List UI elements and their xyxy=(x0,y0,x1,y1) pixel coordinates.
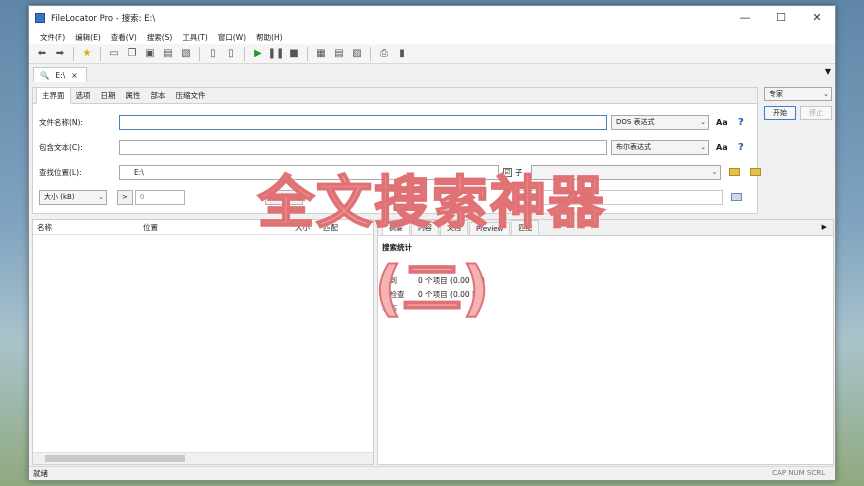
action-buttons: 开始 停止 xyxy=(764,106,834,120)
tab-list-dropdown-icon[interactable]: ▼ xyxy=(825,67,831,76)
window-controls: — ☐ ✕ xyxy=(727,6,835,30)
chevron-down-icon: ⌄ xyxy=(823,90,829,98)
help-icon[interactable]: ? xyxy=(738,117,744,128)
start-button[interactable]: 开始 xyxy=(764,106,796,120)
overlay-subtitle: (二) xyxy=(374,253,491,325)
keyboard-indicators: CAP NUM SCRL xyxy=(772,469,825,477)
menu-view[interactable]: 查看(V) xyxy=(106,32,142,43)
tab-attributes[interactable]: 属性 xyxy=(121,88,146,103)
tab-close-icon[interactable]: × xyxy=(71,71,78,80)
stop-icon[interactable]: ■ xyxy=(286,46,302,62)
save-icon[interactable]: ▤ xyxy=(160,46,176,62)
contains-text-input[interactable] xyxy=(119,139,607,155)
contains-text-label: 包含文本(C): xyxy=(39,142,83,152)
pause-icon[interactable]: ❚❚ xyxy=(268,46,285,62)
chevron-down-icon: ⌄ xyxy=(700,117,706,126)
mode-value: 专家 xyxy=(769,90,783,98)
file-name-mode-select[interactable]: DOS 表达式 ⌄ xyxy=(611,114,709,130)
size-operator-button[interactable]: > xyxy=(117,189,133,205)
toolbar-separator xyxy=(73,46,74,61)
print-icon[interactable]: ⎙ xyxy=(376,46,392,62)
contains-text-row: 包含文本(C): 布尔表达式 ⌄ Aa ? xyxy=(39,139,744,155)
export-icon[interactable]: ▧ xyxy=(178,46,194,62)
menu-help[interactable]: 帮助(H) xyxy=(251,32,288,43)
horizontal-scrollbar[interactable] xyxy=(33,452,373,464)
exit-icon[interactable]: ▮ xyxy=(394,46,410,62)
back-arrow-icon[interactable]: ⬅ xyxy=(34,46,50,62)
title-bar: FileLocator Pro - 搜索: E:\ — ☐ ✕ xyxy=(29,6,835,30)
toolbar: ⬅ ➡ ★ ▭ ❐ ▣ ▤ ▧ ▯ ▯ ▶ ❚❚ ■ ▦ ▤ ▨ ⎙ ▮ xyxy=(29,44,835,64)
search-icon: 🔍 xyxy=(40,70,50,80)
search-tab-label: E:\ xyxy=(55,70,66,80)
chevron-right-icon[interactable]: ▶ xyxy=(822,223,827,231)
file-name-row: 文件名称(N): DOS 表达式 ⌄ Aa ? xyxy=(39,114,744,130)
toolbar-separator xyxy=(244,46,245,61)
maximize-button[interactable]: ☐ xyxy=(763,6,799,30)
overlay-title: 全文搜索神器 xyxy=(257,170,606,237)
menu-bar: 文件(F) 编辑(E) 查看(V) 搜索(S) 工具(T) 窗口(W) 帮助(H… xyxy=(29,30,835,44)
toolbar-separator xyxy=(100,46,101,61)
file-name-label: 文件名称(N): xyxy=(39,117,83,127)
copy-icon[interactable]: ❐ xyxy=(124,46,140,62)
chevron-down-icon: ⌄ xyxy=(700,142,706,151)
menu-window[interactable]: 窗口(W) xyxy=(213,32,251,43)
results-list[interactable]: 名称 位置 大小 匹配 xyxy=(32,219,374,465)
options-icon[interactable]: ▨ xyxy=(349,46,365,62)
search-actions: 专家 ⌄ 开始 停止 xyxy=(764,87,834,120)
minimize-button[interactable]: — xyxy=(727,6,763,30)
menu-file[interactable]: 文件(F) xyxy=(35,32,70,43)
layout-icon[interactable]: ▦ xyxy=(313,46,329,62)
menu-edit[interactable]: 编辑(E) xyxy=(70,32,106,43)
status-bar: 就绪 CAP NUM SCRL xyxy=(29,466,835,480)
tab-main[interactable]: 主界面 xyxy=(36,87,71,104)
case-sensitive-icon[interactable]: Aa xyxy=(716,143,730,152)
window-title: FileLocator Pro - 搜索: E:\ xyxy=(51,14,156,24)
menu-tools[interactable]: 工具(T) xyxy=(177,32,212,43)
toolbar-separator xyxy=(370,46,371,61)
chevron-down-icon: ⌄ xyxy=(711,167,718,176)
play-icon[interactable]: ▶ xyxy=(250,46,266,62)
status-text: 就绪 xyxy=(33,469,48,478)
criteria-tabs: 主界面 选项 日期 属性 部本 压缩文件 xyxy=(33,87,757,104)
stop-button[interactable]: 停止 xyxy=(800,106,832,120)
folder-list-icon[interactable] xyxy=(749,168,761,176)
favorites-star-icon[interactable]: ★ xyxy=(79,46,95,62)
search-tab[interactable]: 🔍 E:\ × xyxy=(33,67,87,82)
tab-archives[interactable]: 压缩文件 xyxy=(171,88,211,103)
file-name-mode-value: DOS 表达式 xyxy=(616,118,655,126)
app-logo-icon xyxy=(35,13,45,23)
calendar-icon[interactable] xyxy=(730,193,742,201)
tab-date[interactable]: 日期 xyxy=(96,88,121,103)
close-button[interactable]: ✕ xyxy=(799,6,835,30)
case-sensitive-icon[interactable]: Aa xyxy=(716,118,730,127)
size-unit-value: 大小 (kB) xyxy=(44,193,75,201)
tab-part[interactable]: 部本 xyxy=(146,88,171,103)
desktop-background xyxy=(0,0,28,486)
chevron-down-icon: ⌄ xyxy=(98,192,104,201)
new-search-icon[interactable]: ▭ xyxy=(106,46,122,62)
scrollbar-thumb[interactable] xyxy=(45,455,185,462)
column-name[interactable]: 名称 xyxy=(33,222,139,233)
tab-options[interactable]: 选项 xyxy=(71,88,96,103)
contains-mode-select[interactable]: 布尔表达式 ⌄ xyxy=(611,139,709,155)
document-icon[interactable]: ▯ xyxy=(205,46,221,62)
file-name-input[interactable] xyxy=(119,114,607,130)
window-icon[interactable]: ▤ xyxy=(331,46,347,62)
toolbar-separator xyxy=(307,46,308,61)
report-icon[interactable]: ▯ xyxy=(223,46,239,62)
open-icon[interactable]: ▣ xyxy=(142,46,158,62)
size-value-input[interactable]: 0 xyxy=(134,189,185,205)
contains-mode-value: 布尔表达式 xyxy=(616,143,651,151)
help-icon[interactable]: ? xyxy=(738,142,744,153)
mode-select[interactable]: 专家 ⌄ xyxy=(764,87,832,101)
forward-arrow-icon[interactable]: ➡ xyxy=(52,46,68,62)
folder-icon[interactable] xyxy=(728,168,740,176)
menu-search[interactable]: 搜索(S) xyxy=(142,32,178,43)
size-unit-select[interactable]: 大小 (kB) ⌄ xyxy=(39,189,107,205)
search-tab-strip: 🔍 E:\ × ▼ xyxy=(29,64,835,82)
look-in-label: 查找位置(L): xyxy=(39,167,82,177)
toolbar-separator xyxy=(199,46,200,61)
